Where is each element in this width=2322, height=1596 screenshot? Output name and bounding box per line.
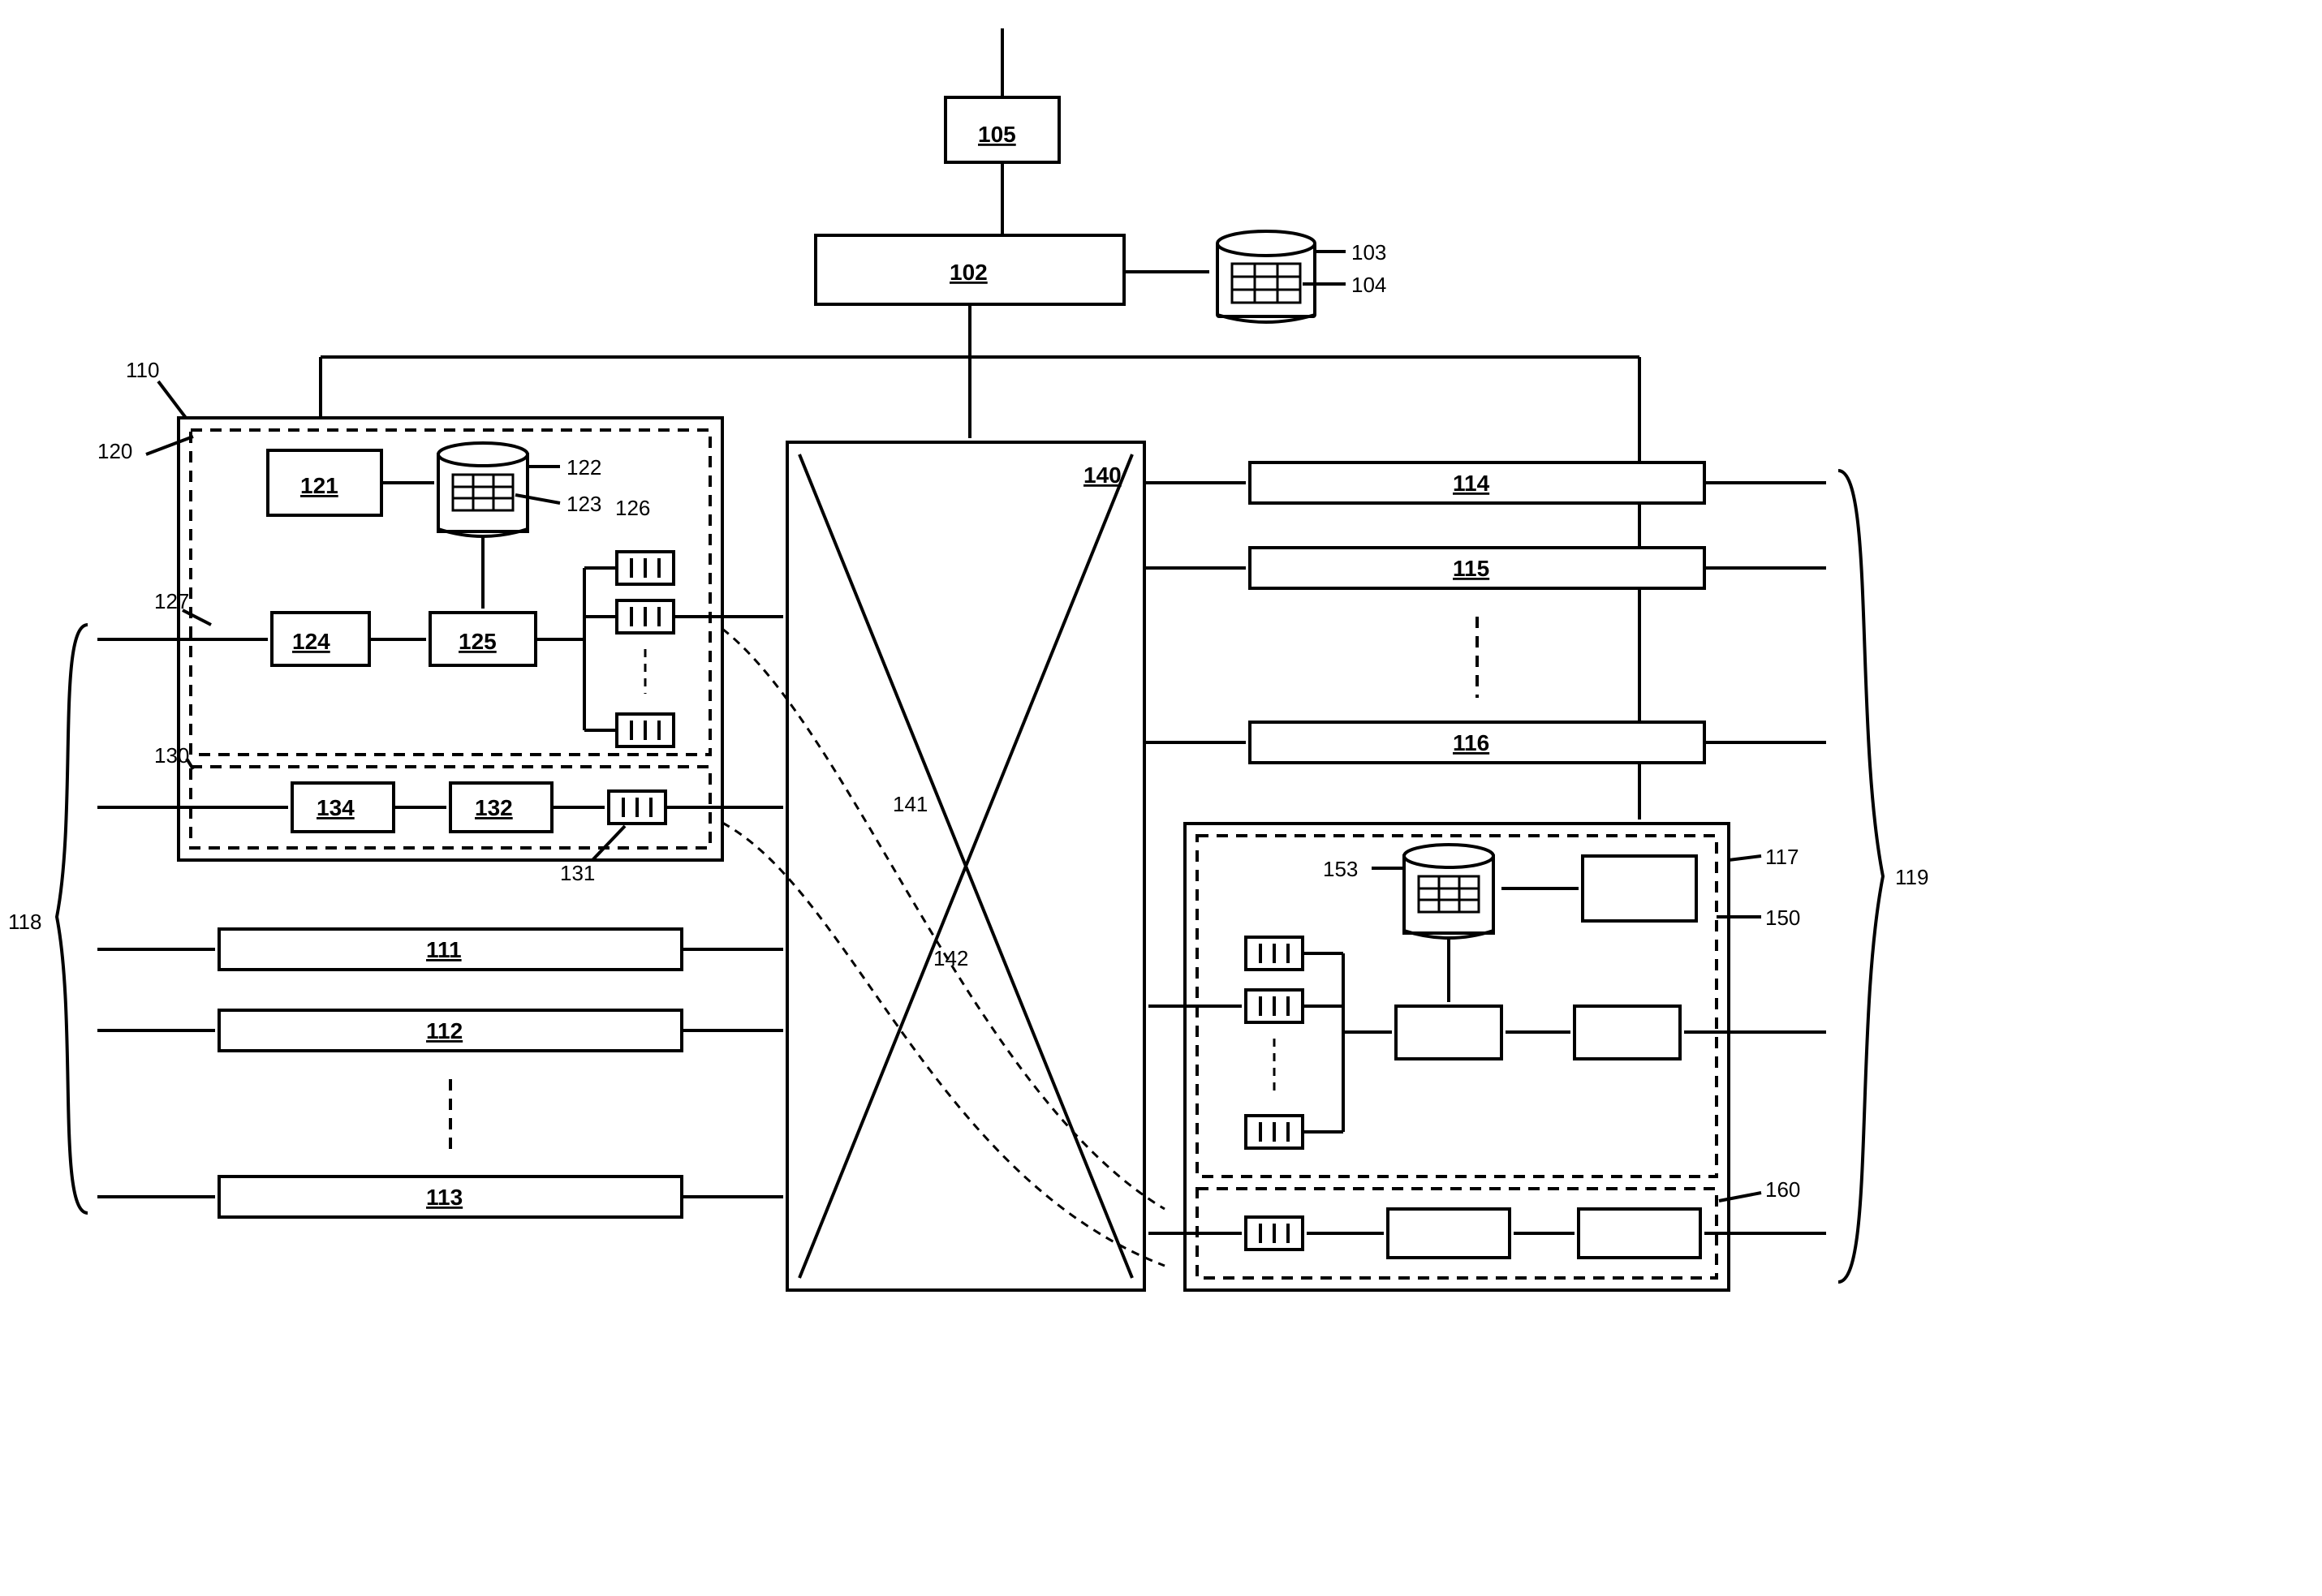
ref-120: 120 (97, 439, 132, 463)
block-140: 140 (1083, 462, 1122, 488)
ref-119: 119 (1895, 865, 1928, 889)
block-115: 115 (1453, 556, 1489, 581)
database-122 (438, 443, 528, 536)
block-105: 105 (978, 122, 1016, 147)
ref-104: 104 (1351, 273, 1386, 297)
block-134: 134 (317, 795, 355, 820)
block-114: 114 (1453, 471, 1490, 496)
ref-160: 160 (1765, 1177, 1800, 1202)
ref-117: 117 (1765, 845, 1799, 869)
block-113: 113 (426, 1185, 463, 1210)
ref-110: 110 (126, 358, 159, 382)
block-112: 112 (426, 1018, 463, 1043)
block-diagram: 105 102 103 104 140 141 142 110 120 121 … (0, 0, 2322, 1596)
ref-130: 130 (154, 743, 189, 768)
ref-126: 126 (615, 496, 650, 520)
block-124: 124 (292, 629, 330, 654)
block-111: 111 (426, 937, 462, 962)
ref-122: 122 (566, 455, 601, 480)
ref-153: 153 (1323, 857, 1358, 881)
ref-123: 123 (566, 492, 601, 516)
ref-127: 127 (154, 589, 189, 613)
database-103 (1217, 231, 1315, 322)
block-132: 132 (475, 795, 513, 820)
ref-131: 131 (560, 861, 595, 885)
ref-118: 118 (8, 910, 41, 934)
block-102: 102 (950, 260, 988, 285)
block-125: 125 (459, 629, 497, 654)
block-121: 121 (300, 473, 338, 498)
block-116: 116 (1453, 730, 1489, 755)
database-153 (1404, 845, 1493, 938)
ref-103: 103 (1351, 240, 1386, 265)
ref-141: 141 (893, 792, 928, 816)
ref-142: 142 (933, 946, 968, 970)
ref-150: 150 (1765, 906, 1800, 930)
